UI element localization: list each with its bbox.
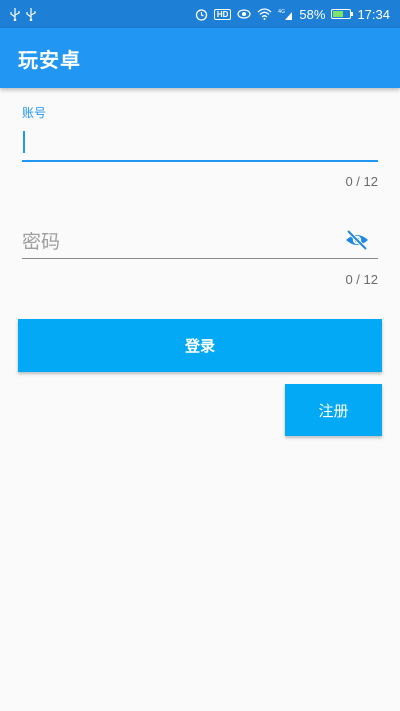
clock: 17:34 [357, 6, 390, 22]
username-counter: 0 / 12 [345, 174, 378, 189]
password-placeholder: 密码 [22, 230, 61, 253]
status-bar: HD 4G 58% 17:34 [0, 0, 400, 28]
visibility-off-icon[interactable] [344, 227, 370, 253]
alarm-icon [195, 8, 208, 21]
battery-level [333, 11, 343, 17]
status-right-icons: HD 4G 58% 17:34 [195, 7, 390, 22]
password-input[interactable]: 密码 [22, 222, 378, 259]
text-cursor [23, 131, 25, 153]
username-label: 账号 [22, 106, 47, 120]
battery-percent: 58% [299, 6, 326, 22]
usb-icon [26, 7, 36, 21]
wifi-icon [257, 8, 272, 20]
password-counter: 0 / 12 [345, 272, 378, 287]
login-button[interactable]: 登录 [18, 319, 382, 372]
eye-icon [237, 9, 252, 19]
register-button[interactable]: 注册 [285, 384, 382, 436]
battery-icon [331, 9, 354, 19]
username-field[interactable]: 账号 [22, 104, 378, 162]
password-field[interactable]: 密码 [22, 222, 378, 259]
usb-icon [10, 7, 20, 21]
app-title: 玩安卓 [18, 47, 81, 72]
username-input[interactable] [22, 122, 378, 162]
hd-icon: HD [213, 8, 232, 20]
signal-icon: 4G [278, 8, 293, 20]
network-type-label: 4G [278, 9, 285, 15]
status-left-icons [10, 7, 36, 21]
app-bar: 玩安卓 [0, 28, 400, 88]
